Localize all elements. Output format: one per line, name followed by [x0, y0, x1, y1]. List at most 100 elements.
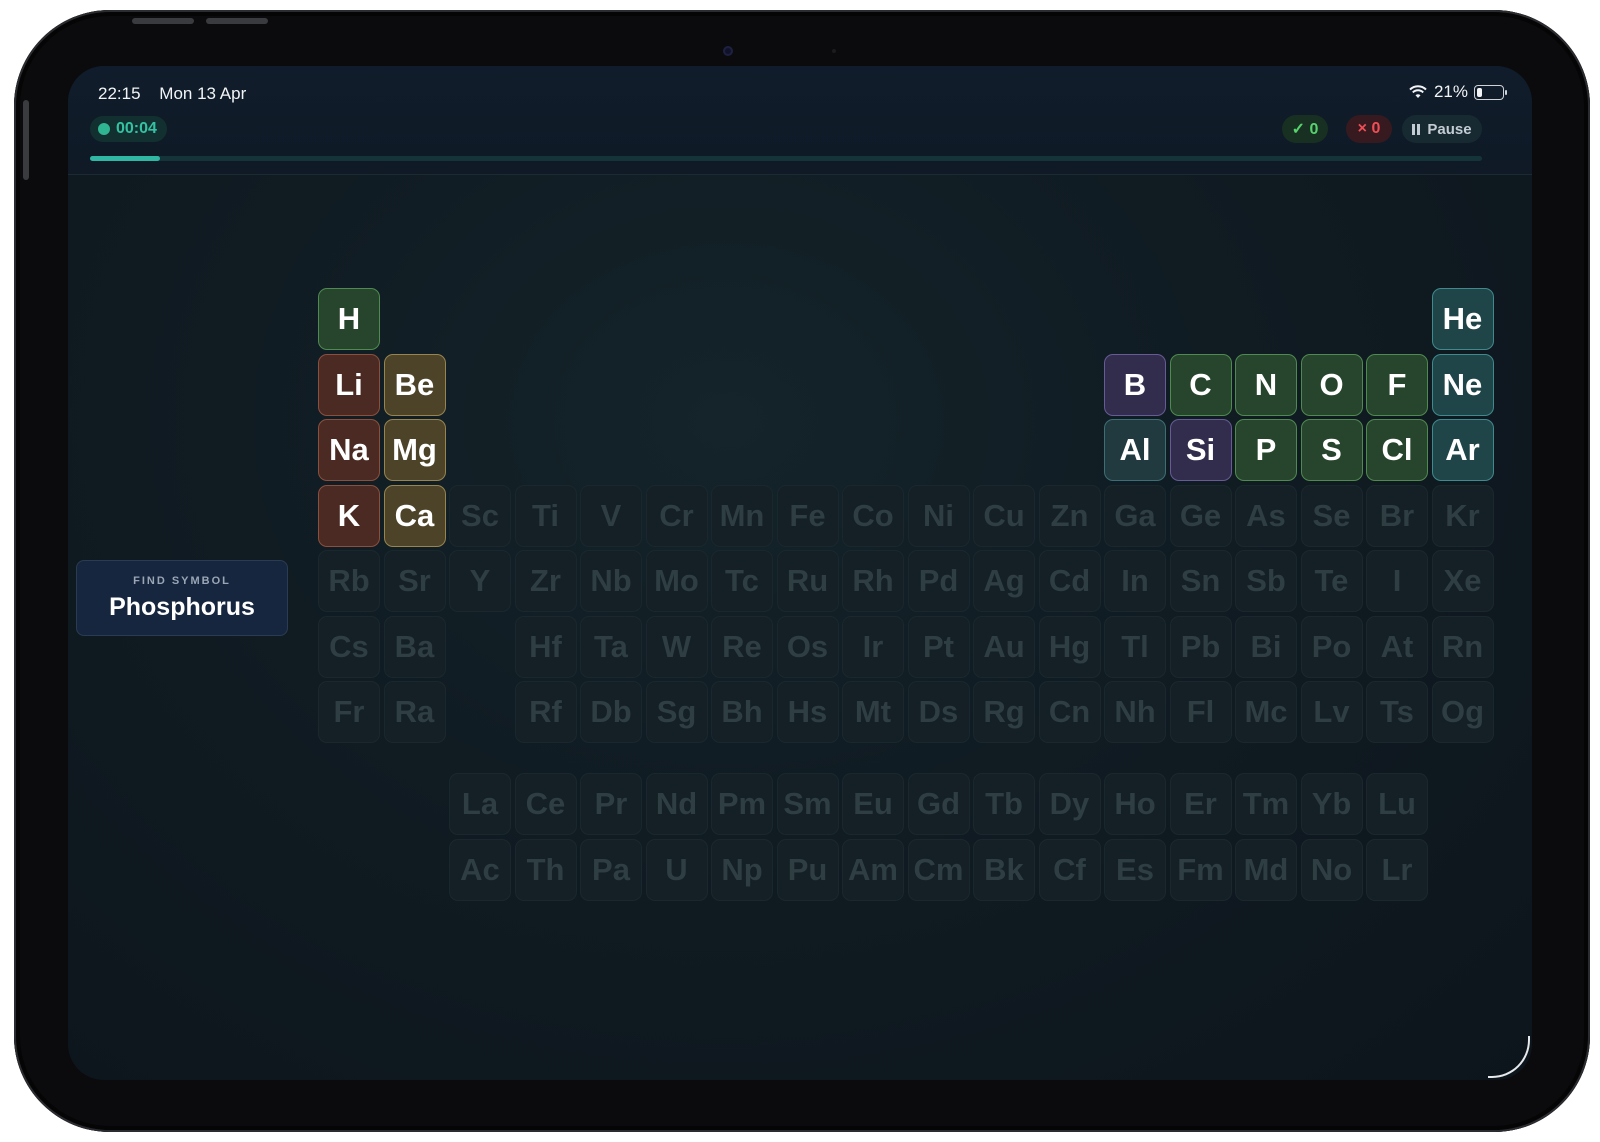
element-tile-tm[interactable]: Tm [1235, 773, 1297, 835]
element-tile-nd[interactable]: Nd [645, 773, 708, 835]
element-tile-ga[interactable]: Ga [1104, 484, 1166, 547]
element-tile-am[interactable]: Am [842, 838, 904, 901]
element-tile-lr[interactable]: Lr [1366, 838, 1428, 901]
element-tile-xe[interactable]: Xe [1431, 550, 1494, 612]
element-tile-ds[interactable]: Ds [907, 681, 970, 743]
element-tile-sn[interactable]: Sn [1169, 550, 1232, 612]
element-tile-ts[interactable]: Ts [1366, 681, 1428, 743]
element-tile-la[interactable]: La [449, 773, 511, 835]
element-tile-kr[interactable]: Kr [1431, 484, 1494, 547]
element-tile-n[interactable]: N [1235, 353, 1297, 416]
element-tile-sc[interactable]: Sc [449, 484, 511, 547]
element-tile-eu[interactable]: Eu [842, 773, 904, 835]
element-tile-cu[interactable]: Cu [973, 484, 1035, 547]
element-tile-db[interactable]: Db [580, 681, 642, 743]
element-tile-ar[interactable]: Ar [1431, 419, 1494, 481]
element-tile-re[interactable]: Re [711, 615, 773, 678]
element-tile-fr[interactable]: Fr [318, 681, 380, 743]
element-tile-hg[interactable]: Hg [1038, 615, 1101, 678]
element-tile-w[interactable]: W [645, 615, 708, 678]
element-tile-rg[interactable]: Rg [973, 681, 1035, 743]
element-tile-ag[interactable]: Ag [973, 550, 1035, 612]
element-tile-lu[interactable]: Lu [1366, 773, 1428, 835]
element-tile-sm[interactable]: Sm [776, 773, 839, 835]
element-tile-tc[interactable]: Tc [711, 550, 773, 612]
element-tile-dy[interactable]: Dy [1038, 773, 1101, 835]
element-tile-ta[interactable]: Ta [580, 615, 642, 678]
element-tile-cr[interactable]: Cr [645, 484, 708, 547]
element-tile-i[interactable]: I [1366, 550, 1428, 612]
element-tile-rn[interactable]: Rn [1431, 615, 1494, 678]
element-tile-he[interactable]: He [1431, 288, 1494, 350]
element-tile-ti[interactable]: Ti [514, 484, 577, 547]
element-tile-in[interactable]: In [1104, 550, 1166, 612]
element-tile-ca[interactable]: Ca [383, 484, 446, 547]
element-tile-te[interactable]: Te [1300, 550, 1363, 612]
element-tile-sg[interactable]: Sg [645, 681, 708, 743]
element-tile-co[interactable]: Co [842, 484, 904, 547]
element-tile-bh[interactable]: Bh [711, 681, 773, 743]
element-tile-rh[interactable]: Rh [842, 550, 904, 612]
element-tile-c[interactable]: C [1169, 353, 1232, 416]
element-tile-pa[interactable]: Pa [580, 838, 642, 901]
element-tile-nh[interactable]: Nh [1104, 681, 1166, 743]
element-tile-po[interactable]: Po [1300, 615, 1363, 678]
element-tile-yb[interactable]: Yb [1300, 773, 1363, 835]
element-tile-b[interactable]: B [1104, 353, 1166, 416]
element-tile-hs[interactable]: Hs [776, 681, 839, 743]
element-tile-sb[interactable]: Sb [1235, 550, 1297, 612]
element-tile-cn[interactable]: Cn [1038, 681, 1101, 743]
element-tile-ba[interactable]: Ba [383, 615, 446, 678]
element-tile-o[interactable]: O [1300, 353, 1363, 416]
element-tile-pt[interactable]: Pt [907, 615, 970, 678]
element-tile-al[interactable]: Al [1104, 419, 1166, 481]
element-tile-nb[interactable]: Nb [580, 550, 642, 612]
element-tile-be[interactable]: Be [383, 353, 446, 416]
element-tile-mn[interactable]: Mn [711, 484, 773, 547]
element-tile-fl[interactable]: Fl [1169, 681, 1232, 743]
pause-button[interactable]: Pause [1402, 115, 1482, 143]
element-tile-y[interactable]: Y [449, 550, 511, 612]
element-tile-gd[interactable]: Gd [907, 773, 970, 835]
element-tile-rf[interactable]: Rf [514, 681, 577, 743]
element-tile-mo[interactable]: Mo [645, 550, 708, 612]
element-tile-v[interactable]: V [580, 484, 642, 547]
element-tile-au[interactable]: Au [973, 615, 1035, 678]
element-tile-bi[interactable]: Bi [1235, 615, 1297, 678]
element-tile-pm[interactable]: Pm [711, 773, 773, 835]
element-tile-si[interactable]: Si [1169, 419, 1232, 481]
element-tile-no[interactable]: No [1300, 838, 1363, 901]
element-tile-ni[interactable]: Ni [907, 484, 970, 547]
element-tile-er[interactable]: Er [1169, 773, 1232, 835]
element-tile-tb[interactable]: Tb [973, 773, 1035, 835]
element-tile-ru[interactable]: Ru [776, 550, 839, 612]
element-tile-sr[interactable]: Sr [383, 550, 446, 612]
element-tile-pd[interactable]: Pd [907, 550, 970, 612]
element-tile-ne[interactable]: Ne [1431, 353, 1494, 416]
element-tile-h[interactable]: H [318, 288, 380, 350]
element-tile-ac[interactable]: Ac [449, 838, 511, 901]
element-tile-k[interactable]: K [318, 484, 380, 547]
element-tile-ho[interactable]: Ho [1104, 773, 1166, 835]
element-tile-cs[interactable]: Cs [318, 615, 380, 678]
element-tile-zn[interactable]: Zn [1038, 484, 1101, 547]
element-tile-md[interactable]: Md [1235, 838, 1297, 901]
element-tile-np[interactable]: Np [711, 838, 773, 901]
element-tile-hf[interactable]: Hf [514, 615, 577, 678]
element-tile-ce[interactable]: Ce [514, 773, 577, 835]
element-tile-pu[interactable]: Pu [776, 838, 839, 901]
element-tile-ge[interactable]: Ge [1169, 484, 1232, 547]
element-tile-li[interactable]: Li [318, 353, 380, 416]
element-tile-tl[interactable]: Tl [1104, 615, 1166, 678]
element-tile-at[interactable]: At [1366, 615, 1428, 678]
element-tile-cl[interactable]: Cl [1366, 419, 1428, 481]
element-tile-fe[interactable]: Fe [776, 484, 839, 547]
element-tile-f[interactable]: F [1366, 353, 1428, 416]
element-tile-rb[interactable]: Rb [318, 550, 380, 612]
element-tile-s[interactable]: S [1300, 419, 1363, 481]
element-tile-br[interactable]: Br [1366, 484, 1428, 547]
element-tile-fm[interactable]: Fm [1169, 838, 1232, 901]
element-tile-es[interactable]: Es [1104, 838, 1166, 901]
element-tile-ra[interactable]: Ra [383, 681, 446, 743]
element-tile-cf[interactable]: Cf [1038, 838, 1101, 901]
